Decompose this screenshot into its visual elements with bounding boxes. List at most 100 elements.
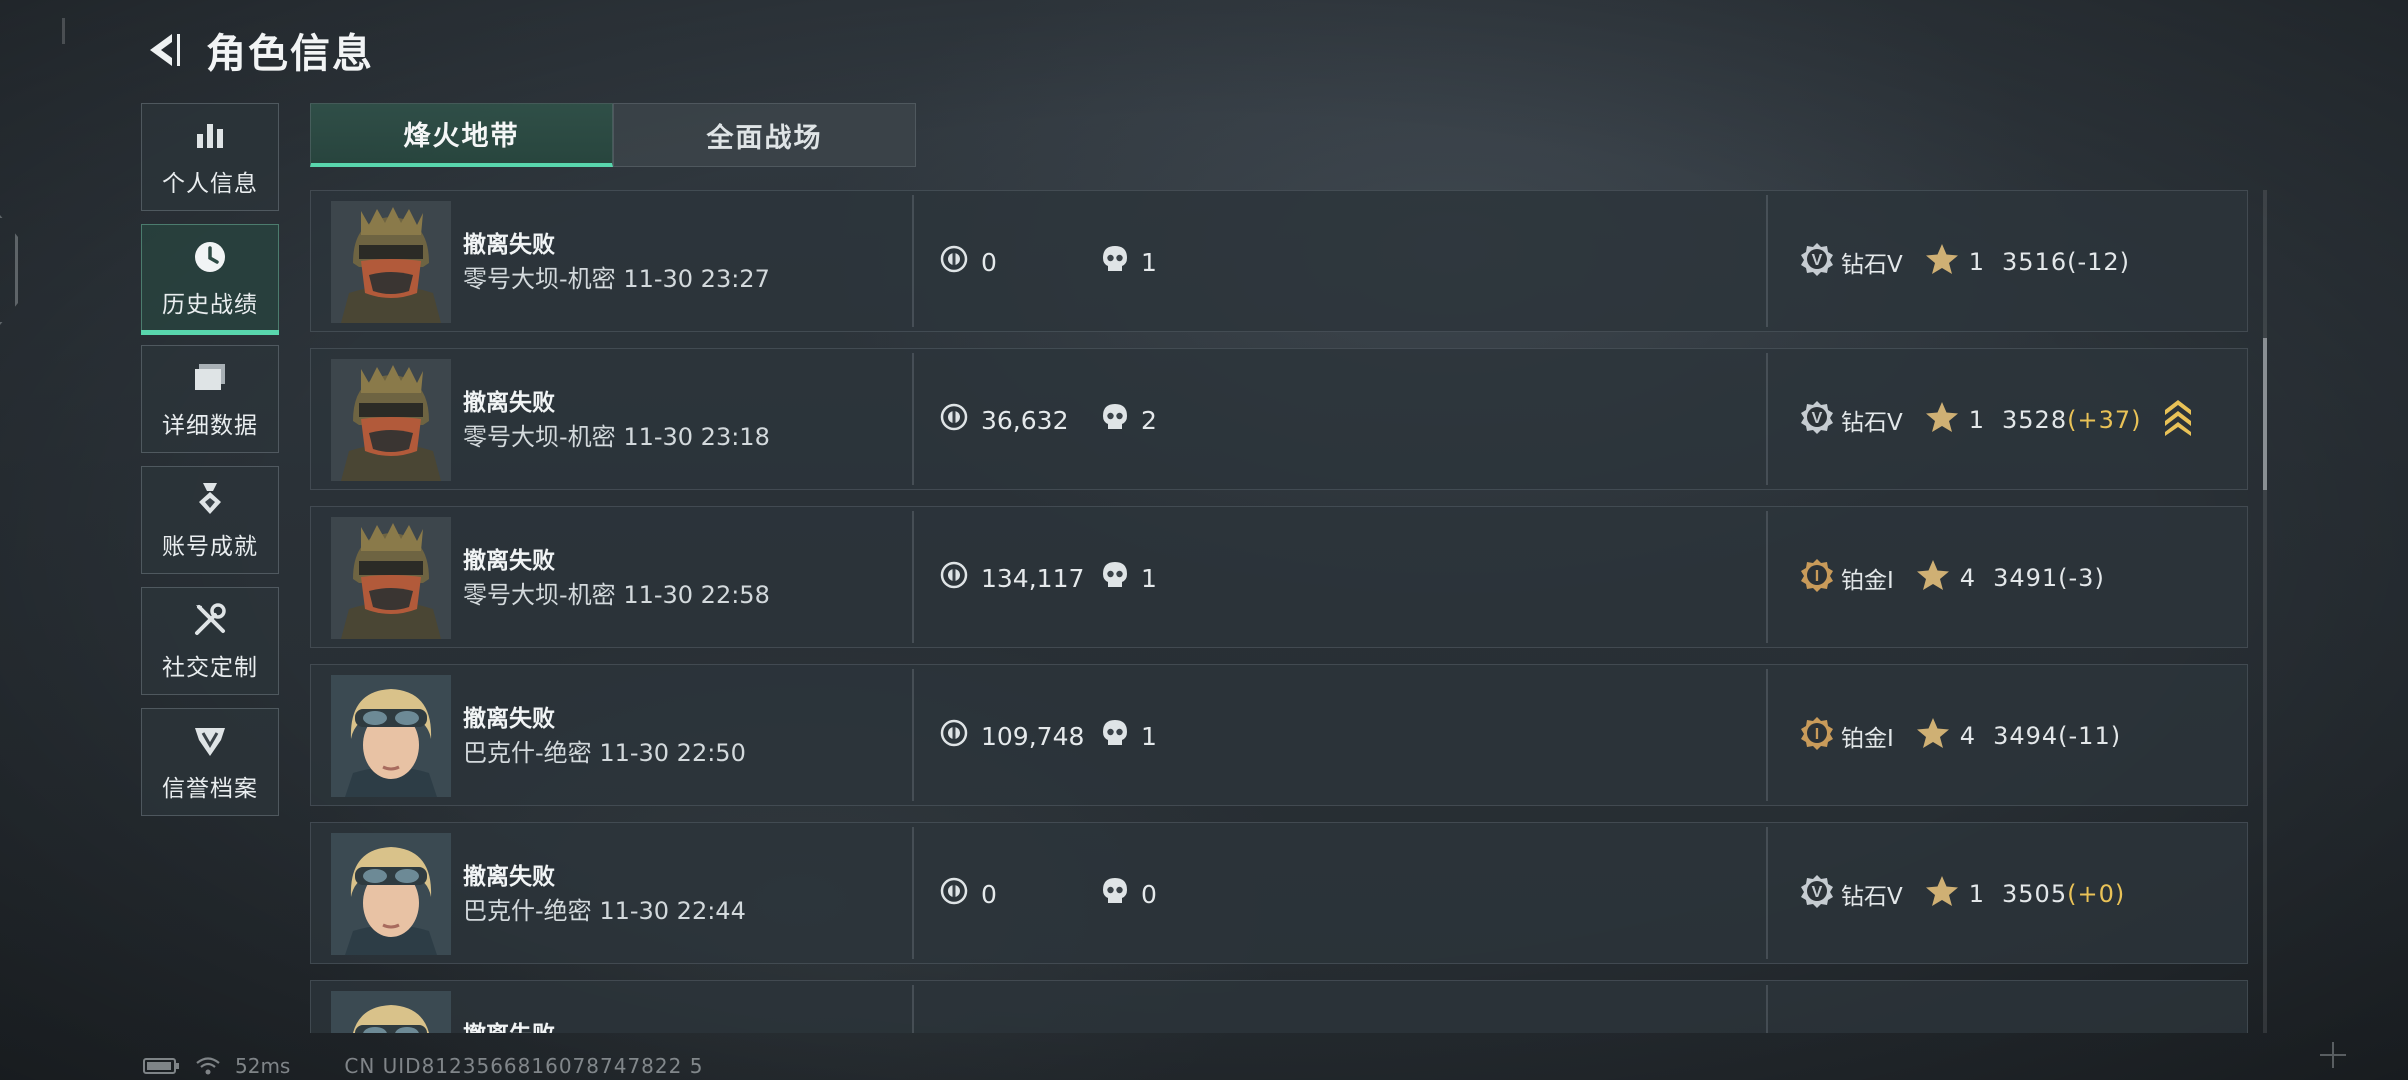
match-row[interactable]: 撤离失败 V	[310, 980, 2248, 1033]
kill-count-text: 1	[1141, 721, 1157, 751]
kill-count-text: 0	[1141, 879, 1157, 909]
rank-name: 铂金I	[1841, 568, 1894, 594]
sidebar-item-label: 历史战绩	[162, 292, 258, 318]
match-result: 撤离失败	[463, 232, 555, 258]
top-left-tick	[62, 18, 65, 44]
bar-chart-icon	[190, 116, 230, 156]
extract-value	[939, 981, 981, 1033]
clock-icon	[190, 237, 230, 277]
kill-count: 1	[1101, 191, 1157, 333]
kill-count: 0	[1101, 823, 1157, 965]
sidebar-item-personal-info[interactable]: 个人信息	[141, 103, 279, 211]
folder-icon	[190, 358, 230, 398]
star-icon	[1916, 559, 1950, 597]
shield-icon	[190, 721, 230, 761]
star-count: 1	[1968, 880, 1985, 908]
platinum-rank-icon: I	[1799, 557, 1835, 599]
kill-count: 1	[1101, 507, 1157, 649]
row-divider	[912, 669, 914, 801]
svg-text:V: V	[1812, 884, 1823, 901]
match-history-list[interactable]: 撤离失败 零号大坝-机密 11-30 23:27 0 1 V 钻石V 1 3516 (-12) 撤…	[310, 190, 2248, 1033]
row-divider	[1766, 353, 1768, 485]
extract-value: 36,632	[939, 349, 1068, 491]
star-count: 4	[1959, 564, 1976, 592]
map-and-time: 零号大坝-机密 11-30 23:27	[463, 259, 770, 294]
match-row[interactable]: 撤离失败 零号大坝-机密 11-30 23:27 0 1 V 钻石V 1 3516 (-12)	[310, 190, 2248, 332]
wifi-icon	[196, 1057, 220, 1075]
row-divider	[1766, 195, 1768, 327]
score-delta: (-3)	[2058, 564, 2105, 592]
match-time: 11-30 23:18	[623, 423, 770, 451]
skull-icon	[1101, 402, 1129, 438]
scrollbar[interactable]	[2263, 190, 2267, 1033]
character-avatar	[331, 359, 451, 481]
page-title: 角色信息	[206, 31, 374, 77]
map-name: 零号大坝-机密	[463, 423, 616, 451]
match-result: 撤离失败	[463, 548, 555, 574]
tab-firezone[interactable]: 烽火地带	[310, 103, 613, 167]
row-divider	[1766, 985, 1768, 1033]
map-and-time: 零号大坝-机密 11-30 22:58	[463, 575, 770, 610]
row-divider	[1766, 827, 1768, 959]
star-icon	[1925, 401, 1959, 439]
sidebar: 个人信息 历史战绩 详细数据 账号成就 社交定制 信誉档案	[141, 103, 279, 829]
kill-count-text: 1	[1141, 247, 1157, 277]
score-delta: (+37)	[2067, 406, 2142, 434]
row-divider	[1766, 669, 1768, 801]
star-icon	[1916, 717, 1950, 755]
map-and-time: 巴克什-绝密 11-30 22:50	[463, 733, 746, 768]
sidebar-item-label: 个人信息	[162, 171, 258, 197]
score-delta: (-11)	[2058, 722, 2122, 750]
kill-count-text: 2	[1141, 405, 1157, 435]
sidebar-item-achievements[interactable]: 账号成就	[141, 466, 279, 574]
star-count: 1	[1968, 248, 1985, 276]
kill-count: 2	[1101, 349, 1157, 491]
match-row[interactable]: 撤离失败 零号大坝-机密 11-30 22:58 134,117 1 I 铂金I 4 3491…	[310, 506, 2248, 648]
star-count: 1	[1968, 406, 1985, 434]
extract-value: 134,117	[939, 507, 1084, 649]
rank-info: V 钻石V 1 3516 (-12)	[1799, 191, 2130, 333]
sidebar-item-match-history[interactable]: 历史战绩	[141, 224, 279, 335]
rank-info: V	[1799, 981, 1925, 1033]
scrollbar-thumb[interactable]	[2263, 338, 2267, 490]
tab-full-battlefield[interactable]: 全面战场	[613, 103, 916, 167]
extract-value-text: 134,117	[981, 563, 1085, 593]
rank-name: 钻石V	[1841, 410, 1903, 436]
corner-plus-icon	[2320, 1042, 2346, 1068]
sidebar-item-label: 信誉档案	[162, 776, 258, 802]
battery-icon	[143, 1058, 179, 1074]
skull-icon	[1101, 718, 1129, 754]
match-row[interactable]: 撤离失败 零号大坝-机密 11-30 23:18 36,632 2 V 钻石V 1 3528(…	[310, 348, 2248, 490]
sidebar-item-detailed-data[interactable]: 详细数据	[141, 345, 279, 453]
map-name: 零号大坝-机密	[463, 581, 616, 609]
character-avatar	[331, 517, 451, 639]
skull-icon	[1101, 560, 1129, 596]
diamond-rank-icon: V	[1799, 241, 1835, 283]
mode-tabs: 烽火地带 全面战场	[310, 103, 916, 167]
coin-icon	[939, 560, 969, 596]
match-row[interactable]: 撤离失败 巴克什-绝密 11-30 22:44 0 0 V 钻石V 1 3505 (+0)	[310, 822, 2248, 964]
map-and-time: 零号大坝-机密 11-30 23:18	[463, 417, 770, 452]
svg-text:V: V	[1812, 410, 1823, 427]
svg-text:I: I	[1815, 726, 1819, 743]
match-time: 11-30 22:58	[623, 581, 770, 609]
score-delta: (+0)	[2067, 880, 2126, 908]
sidebar-item-social-custom[interactable]: 社交定制	[141, 587, 279, 695]
back-button[interactable]	[140, 26, 188, 74]
kill-count	[1101, 981, 1141, 1033]
match-row[interactable]: 撤离失败 巴克什-绝密 11-30 22:50 109,748 1 I 铂金I 4 3494(…	[310, 664, 2248, 806]
sidebar-item-label: 社交定制	[162, 655, 258, 681]
extract-value: 109,748	[939, 665, 1084, 807]
match-time: 11-30 22:50	[599, 739, 746, 767]
edge-decoration	[0, 215, 18, 325]
character-avatar	[331, 991, 451, 1033]
row-divider	[912, 985, 914, 1033]
diamond-rank-icon: V	[1799, 1031, 1835, 1033]
rank-name: 钻石V	[1841, 884, 1903, 910]
rank-name: 铂金I	[1841, 726, 1894, 752]
ping-text: 52ms	[235, 1054, 291, 1078]
coin-icon	[939, 244, 969, 280]
sidebar-item-reputation[interactable]: 信誉档案	[141, 708, 279, 816]
match-time: 11-30 23:27	[623, 265, 770, 293]
match-result: 撤离失败	[463, 1015, 555, 1033]
